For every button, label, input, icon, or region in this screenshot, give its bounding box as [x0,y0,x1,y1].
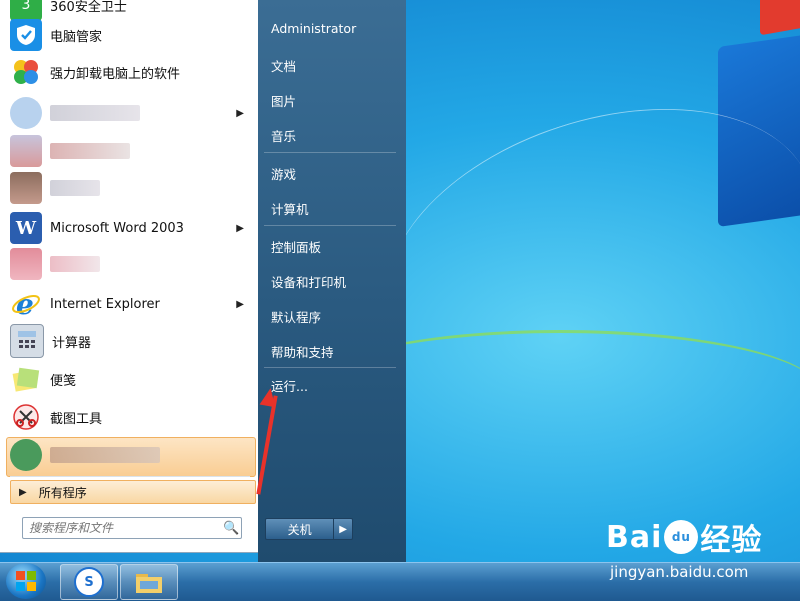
calculator-icon [10,324,44,358]
submenu-arrow-icon: ▶ [236,298,244,310]
sogou-icon: S [74,567,104,597]
internet-explorer-icon: e [10,288,42,320]
user-administrator[interactable]: Administrator [271,21,356,36]
watermark-url: jingyan.baidu.com [610,563,749,581]
menu-computer[interactable]: 计算机 [271,199,309,218]
menu-documents[interactable]: 文档 [271,56,296,75]
taskbar-sogou-button[interactable]: S [60,564,118,600]
shutdown-options-icon[interactable]: ▶ [334,518,353,540]
menu-control-panel[interactable]: 控制面板 [271,237,321,256]
program-item-uninstaller[interactable]: 强力卸载电脑上的软件 [10,55,250,89]
blurred-label [50,143,130,159]
word-icon: W [10,212,42,244]
divider [264,367,396,368]
divider [264,152,396,153]
program-item-calculator[interactable]: 计算器 [10,324,250,358]
submenu-arrow-icon: ▶ [236,107,244,119]
baidu-logo: Bai du 经验 [606,519,763,559]
shutdown-control: 关机 ▶ [265,518,353,540]
submenu-arrow-icon: ▶ [236,222,244,234]
divider [264,225,396,226]
shutdown-button[interactable]: 关机 [265,518,335,540]
all-programs-button[interactable]: ▶ 所有程序 [10,480,256,504]
menu-help-support[interactable]: 帮助和支持 [271,342,334,361]
menu-devices-printers[interactable]: 设备和打印机 [271,272,346,291]
divider [10,476,250,477]
menu-default-programs[interactable]: 默认程序 [271,307,321,326]
scissors-icon [10,401,42,433]
taskbar-explorer-button[interactable] [120,564,178,600]
paw-icon: du [664,520,699,554]
baidu-watermark: Bai du 经验 jingyan.baidu.com [606,515,763,582]
uninstaller-icon [10,56,42,88]
shield-icon [10,19,42,51]
program-item-blurred-5[interactable] [10,438,250,472]
blurred-label [50,105,140,121]
menu-pictures[interactable]: 图片 [271,91,296,110]
blurred-label [50,256,100,272]
search-box[interactable]: 🔍 [22,517,242,539]
play-arrow-icon: ▶ [19,486,27,498]
menu-games[interactable]: 游戏 [271,164,296,183]
blurred-label [50,447,160,463]
menu-music[interactable]: 音乐 [271,126,296,145]
program-item-blurred-2[interactable] [10,134,250,168]
sticky-notes-icon [10,363,42,395]
program-item-sticky-notes[interactable]: 便笺 [10,362,250,396]
program-item-ie[interactable]: e Internet Explorer ▶ [10,287,250,321]
start-orb-icon[interactable] [6,563,46,599]
program-item-snipping-tool[interactable]: 截图工具 [10,400,250,434]
blurred-label [50,180,100,196]
program-item-blurred-4[interactable] [10,247,250,281]
search-input[interactable] [23,520,223,536]
start-menu: 3 360安全卫士 电脑管家 强力卸载电脑上的软件 ▶ W Microsoft … [0,0,406,562]
folder-icon [136,574,162,593]
blurred-program-icon [10,97,42,129]
svg-text:e: e [16,289,34,319]
start-menu-programs-pane: 3 360安全卫士 电脑管家 强力卸载电脑上的软件 ▶ W Microsoft … [0,0,259,553]
program-item-pc-manager[interactable]: 电脑管家 [10,18,250,52]
blurred-program-icon [10,172,42,204]
blurred-program-icon [10,248,42,280]
windows-logo-red [760,0,800,36]
search-icon[interactable]: 🔍 [223,521,241,536]
program-item-blurred-1[interactable]: ▶ [10,96,250,130]
blurred-program-icon [10,135,42,167]
blurred-program-icon [10,439,42,471]
program-item-blurred-3[interactable] [10,171,250,205]
program-item-word[interactable]: W Microsoft Word 2003 ▶ [10,211,250,245]
